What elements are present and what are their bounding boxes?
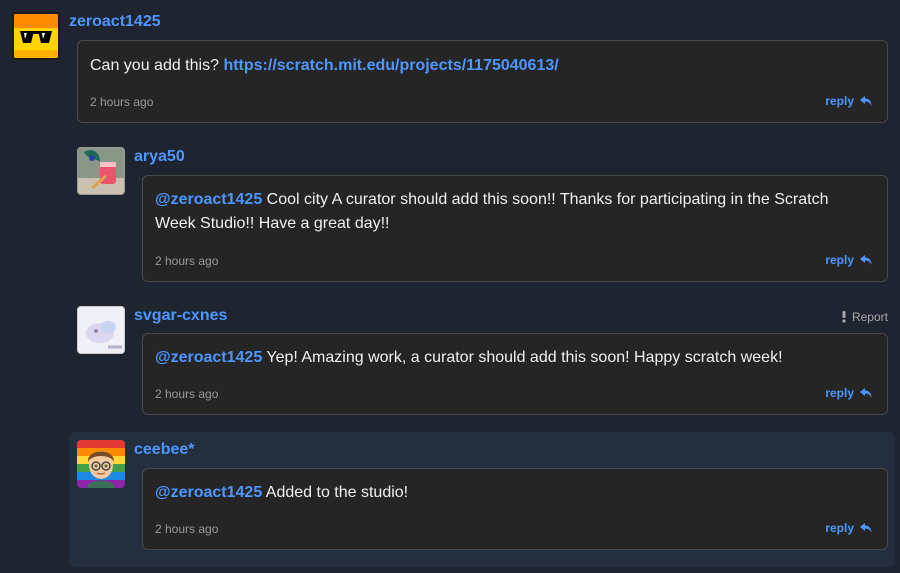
timestamp: 2 hours ago	[155, 254, 219, 268]
reply-button[interactable]: reply	[825, 94, 873, 108]
report-button[interactable]: Report	[841, 310, 888, 324]
comment-text: @zeroact1425 Yep! Amazing work, a curato…	[155, 346, 871, 370]
timestamp: 2 hours ago	[155, 522, 219, 536]
reply-button[interactable]: reply	[825, 253, 873, 267]
timestamp: 2 hours ago	[90, 95, 154, 109]
reply-arrow-icon	[860, 255, 872, 265]
comment-text: @zeroact1425 Cool city A curator should …	[155, 188, 871, 236]
reply-label: reply	[825, 521, 854, 535]
username[interactable]: zeroact1425	[69, 13, 161, 31]
rainbow-boy-avatar-icon	[77, 440, 125, 488]
comment-body: Yep! Amazing work, a curator should add …	[266, 349, 783, 366]
mention-link[interactable]: @zeroact1425	[155, 484, 262, 501]
reply-arrow-icon	[860, 96, 872, 106]
mention-link[interactable]: @zeroact1425	[155, 191, 262, 208]
avatar[interactable]	[12, 12, 60, 60]
comment-body: Can you add this?	[90, 57, 219, 74]
comment-svgar-cxnes: svgar-cxnes Report @zeroact1425 Yep! Ama…	[0, 299, 900, 419]
avatar[interactable]	[77, 306, 125, 354]
reply-arrow-icon	[860, 388, 872, 398]
comment-arya50: arya50 @zeroact1425 Cool city A curator …	[0, 140, 900, 285]
reply-label: reply	[825, 94, 854, 108]
mention-link[interactable]: @zeroact1425	[155, 349, 262, 366]
project-link[interactable]: https://scratch.mit.edu/projects/1175040…	[223, 57, 558, 74]
exclamation-icon	[842, 311, 846, 323]
username[interactable]: ceebee*	[134, 441, 195, 459]
report-label: Report	[851, 310, 888, 324]
comment-body: Added to the studio!	[265, 484, 409, 501]
timestamp: 2 hours ago	[155, 387, 219, 401]
avatar[interactable]	[77, 147, 125, 195]
comment-text: Can you add this? https://scratch.mit.ed…	[90, 54, 871, 78]
pastel-cat-avatar-icon	[78, 307, 124, 353]
comment-bubble: @zeroact1425 Added to the studio! 2 hour…	[142, 468, 888, 550]
comment-bubble: @zeroact1425 Cool city A curator should …	[142, 175, 888, 282]
comment-text: @zeroact1425 Added to the studio!	[155, 481, 871, 505]
comment-ceebee: ceebee* @zeroact1425 Added to the studio…	[0, 433, 900, 563]
comment-zeroact1425: zeroact1425 Can you add this? https://sc…	[0, 0, 900, 130]
username[interactable]: arya50	[134, 148, 185, 166]
comment-bubble: @zeroact1425 Yep! Amazing work, a curato…	[142, 333, 888, 415]
reply-arrow-icon	[860, 523, 872, 533]
sunglasses-avatar-icon	[14, 14, 58, 58]
username[interactable]: svgar-cxnes	[134, 307, 227, 325]
comment-bubble: Can you add this? https://scratch.mit.ed…	[77, 40, 888, 123]
reply-button[interactable]: reply	[825, 386, 873, 400]
reply-label: reply	[825, 253, 854, 267]
reply-button[interactable]: reply	[825, 521, 873, 535]
reply-label: reply	[825, 386, 854, 400]
avatar[interactable]	[77, 440, 125, 488]
peacock-drink-avatar-icon	[78, 148, 124, 194]
